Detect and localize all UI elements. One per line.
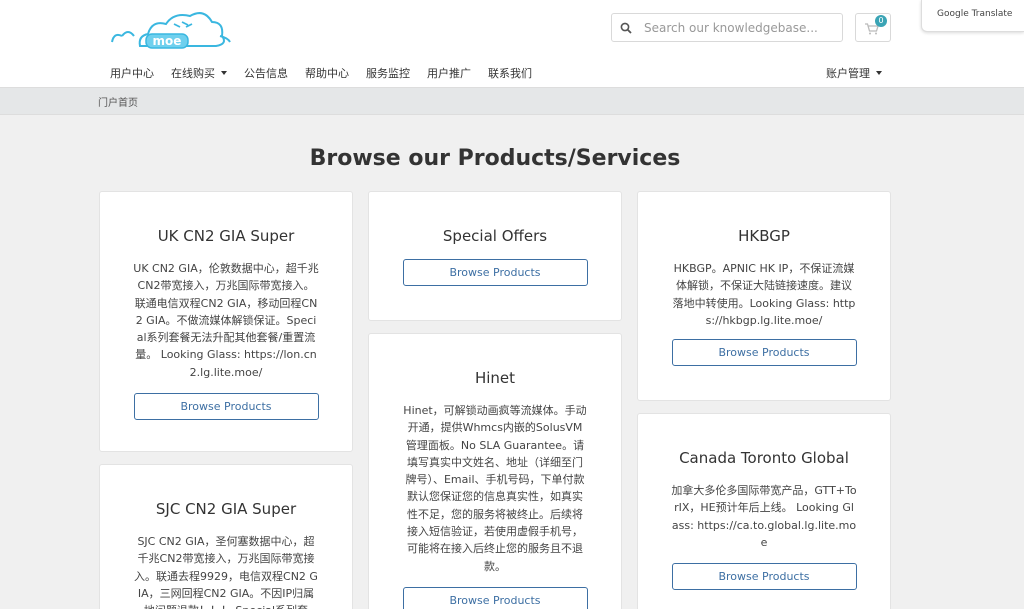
search-icon (612, 14, 640, 41)
svg-text:moe: moe (153, 34, 182, 48)
cart-count-badge: 0 (875, 15, 887, 27)
product-group-description: Hinet，可解锁动画疯等流媒体。手动开通，提供Whmcs内嵌的SolusVM管… (403, 404, 587, 573)
product-group-description: SJC CN2 GIA，圣何塞数据中心，超千兆CN2带宽接入，万兆国际带宽接入。… (134, 535, 318, 609)
search-box[interactable] (611, 13, 843, 42)
nav-item-announcements[interactable]: 公告信息 (244, 64, 288, 82)
browse-products-button[interactable]: Browse Products (671, 339, 857, 367)
browse-products-button[interactable]: Browse Products (402, 259, 588, 286)
nav-item-label: 服务监控 (366, 67, 410, 80)
product-group-title: Special Offers (442, 227, 548, 245)
product-group-title: Canada Toronto Global (679, 449, 849, 467)
browse-products-button[interactable]: Browse Products (133, 393, 319, 421)
product-group-card: UK CN2 GIA Super UK CN2 GIA，伦敦数据中心，超千兆CN… (99, 191, 353, 452)
nav-item-affiliates[interactable]: 用户推广 (427, 64, 471, 82)
page-title: Browse our Products/Services (309, 146, 681, 171)
product-group-description: 加拿大多伦多国际带宽产品，GTT+TorIX，HE预计年后上线。 Looking… (671, 484, 857, 549)
account-menu[interactable]: 账户管理 (826, 64, 882, 82)
main-nav: 用户中心 在线购买 公告信息 帮助中心 服务监控 用户推广 联系我们 (110, 64, 549, 82)
product-group-description: UK CN2 GIA，伦敦数据中心，超千兆CN2带宽接入，万兆国际带宽接入。联通… (133, 262, 319, 379)
nav-item-label: 用户中心 (110, 67, 154, 80)
breadcrumb: 门户首页 (0, 87, 1024, 115)
product-group-title: UK CN2 GIA Super (157, 227, 295, 245)
product-group-card: Special Offers Browse Products (368, 191, 622, 321)
nav-item-label: 在线购买 (171, 67, 215, 80)
search-input[interactable] (640, 20, 835, 35)
product-group-title: HKBGP (738, 227, 790, 245)
site-logo[interactable]: moe (108, 6, 232, 54)
chevron-down-icon (876, 71, 882, 75)
cloud-logo-icon: moe (111, 12, 231, 49)
product-group-title: Hinet (474, 369, 516, 387)
nav-item-user-center[interactable]: 用户中心 (110, 64, 154, 82)
breadcrumb-home[interactable]: 门户首页 (98, 94, 138, 109)
product-group-card: SJC CN2 GIA Super SJC CN2 GIA，圣何塞数据中心，超千… (99, 464, 353, 609)
product-group-title: SJC CN2 GIA Super (155, 500, 297, 518)
nav-item-label: 联系我们 (488, 67, 532, 80)
google-translate-widget[interactable]: Google Translate (921, 0, 1024, 32)
nav-item-label: 帮助中心 (305, 67, 349, 80)
product-group-card: Canada Toronto Global 加拿大多伦多国际带宽产品，GTT+T… (637, 413, 891, 609)
site-header: moe 0 Google Translate 用户中心 在线购买 公告信息 帮助… (0, 0, 1024, 87)
chevron-down-icon (221, 71, 227, 75)
cart-button[interactable]: 0 (855, 13, 891, 42)
nav-item-label: 用户推广 (427, 67, 471, 80)
product-group-description: HKBGP。APNIC HK IP，不保证流媒体解锁，不保证大陆链接速度。建议落… (672, 262, 856, 327)
nav-item-service-monitor[interactable]: 服务监控 (366, 64, 410, 82)
browse-products-button[interactable]: Browse Products (402, 586, 588, 609)
nav-item-help-center[interactable]: 帮助中心 (305, 64, 349, 82)
account-menu-label: 账户管理 (826, 67, 870, 80)
product-group-card: Hinet Hinet，可解锁动画疯等流媒体。手动开通，提供Whmcs内嵌的So… (368, 333, 622, 609)
nav-item-label: 公告信息 (244, 67, 288, 80)
nav-item-online-purchase[interactable]: 在线购买 (171, 64, 227, 82)
google-translate-label: Google Translate (937, 9, 1013, 19)
product-group-card: HKBGP HKBGP。APNIC HK IP，不保证流媒体解锁，不保证大陆链接… (637, 191, 891, 401)
browse-products-button[interactable]: Browse Products (671, 563, 857, 591)
nav-item-contact-us[interactable]: 联系我们 (488, 64, 532, 82)
